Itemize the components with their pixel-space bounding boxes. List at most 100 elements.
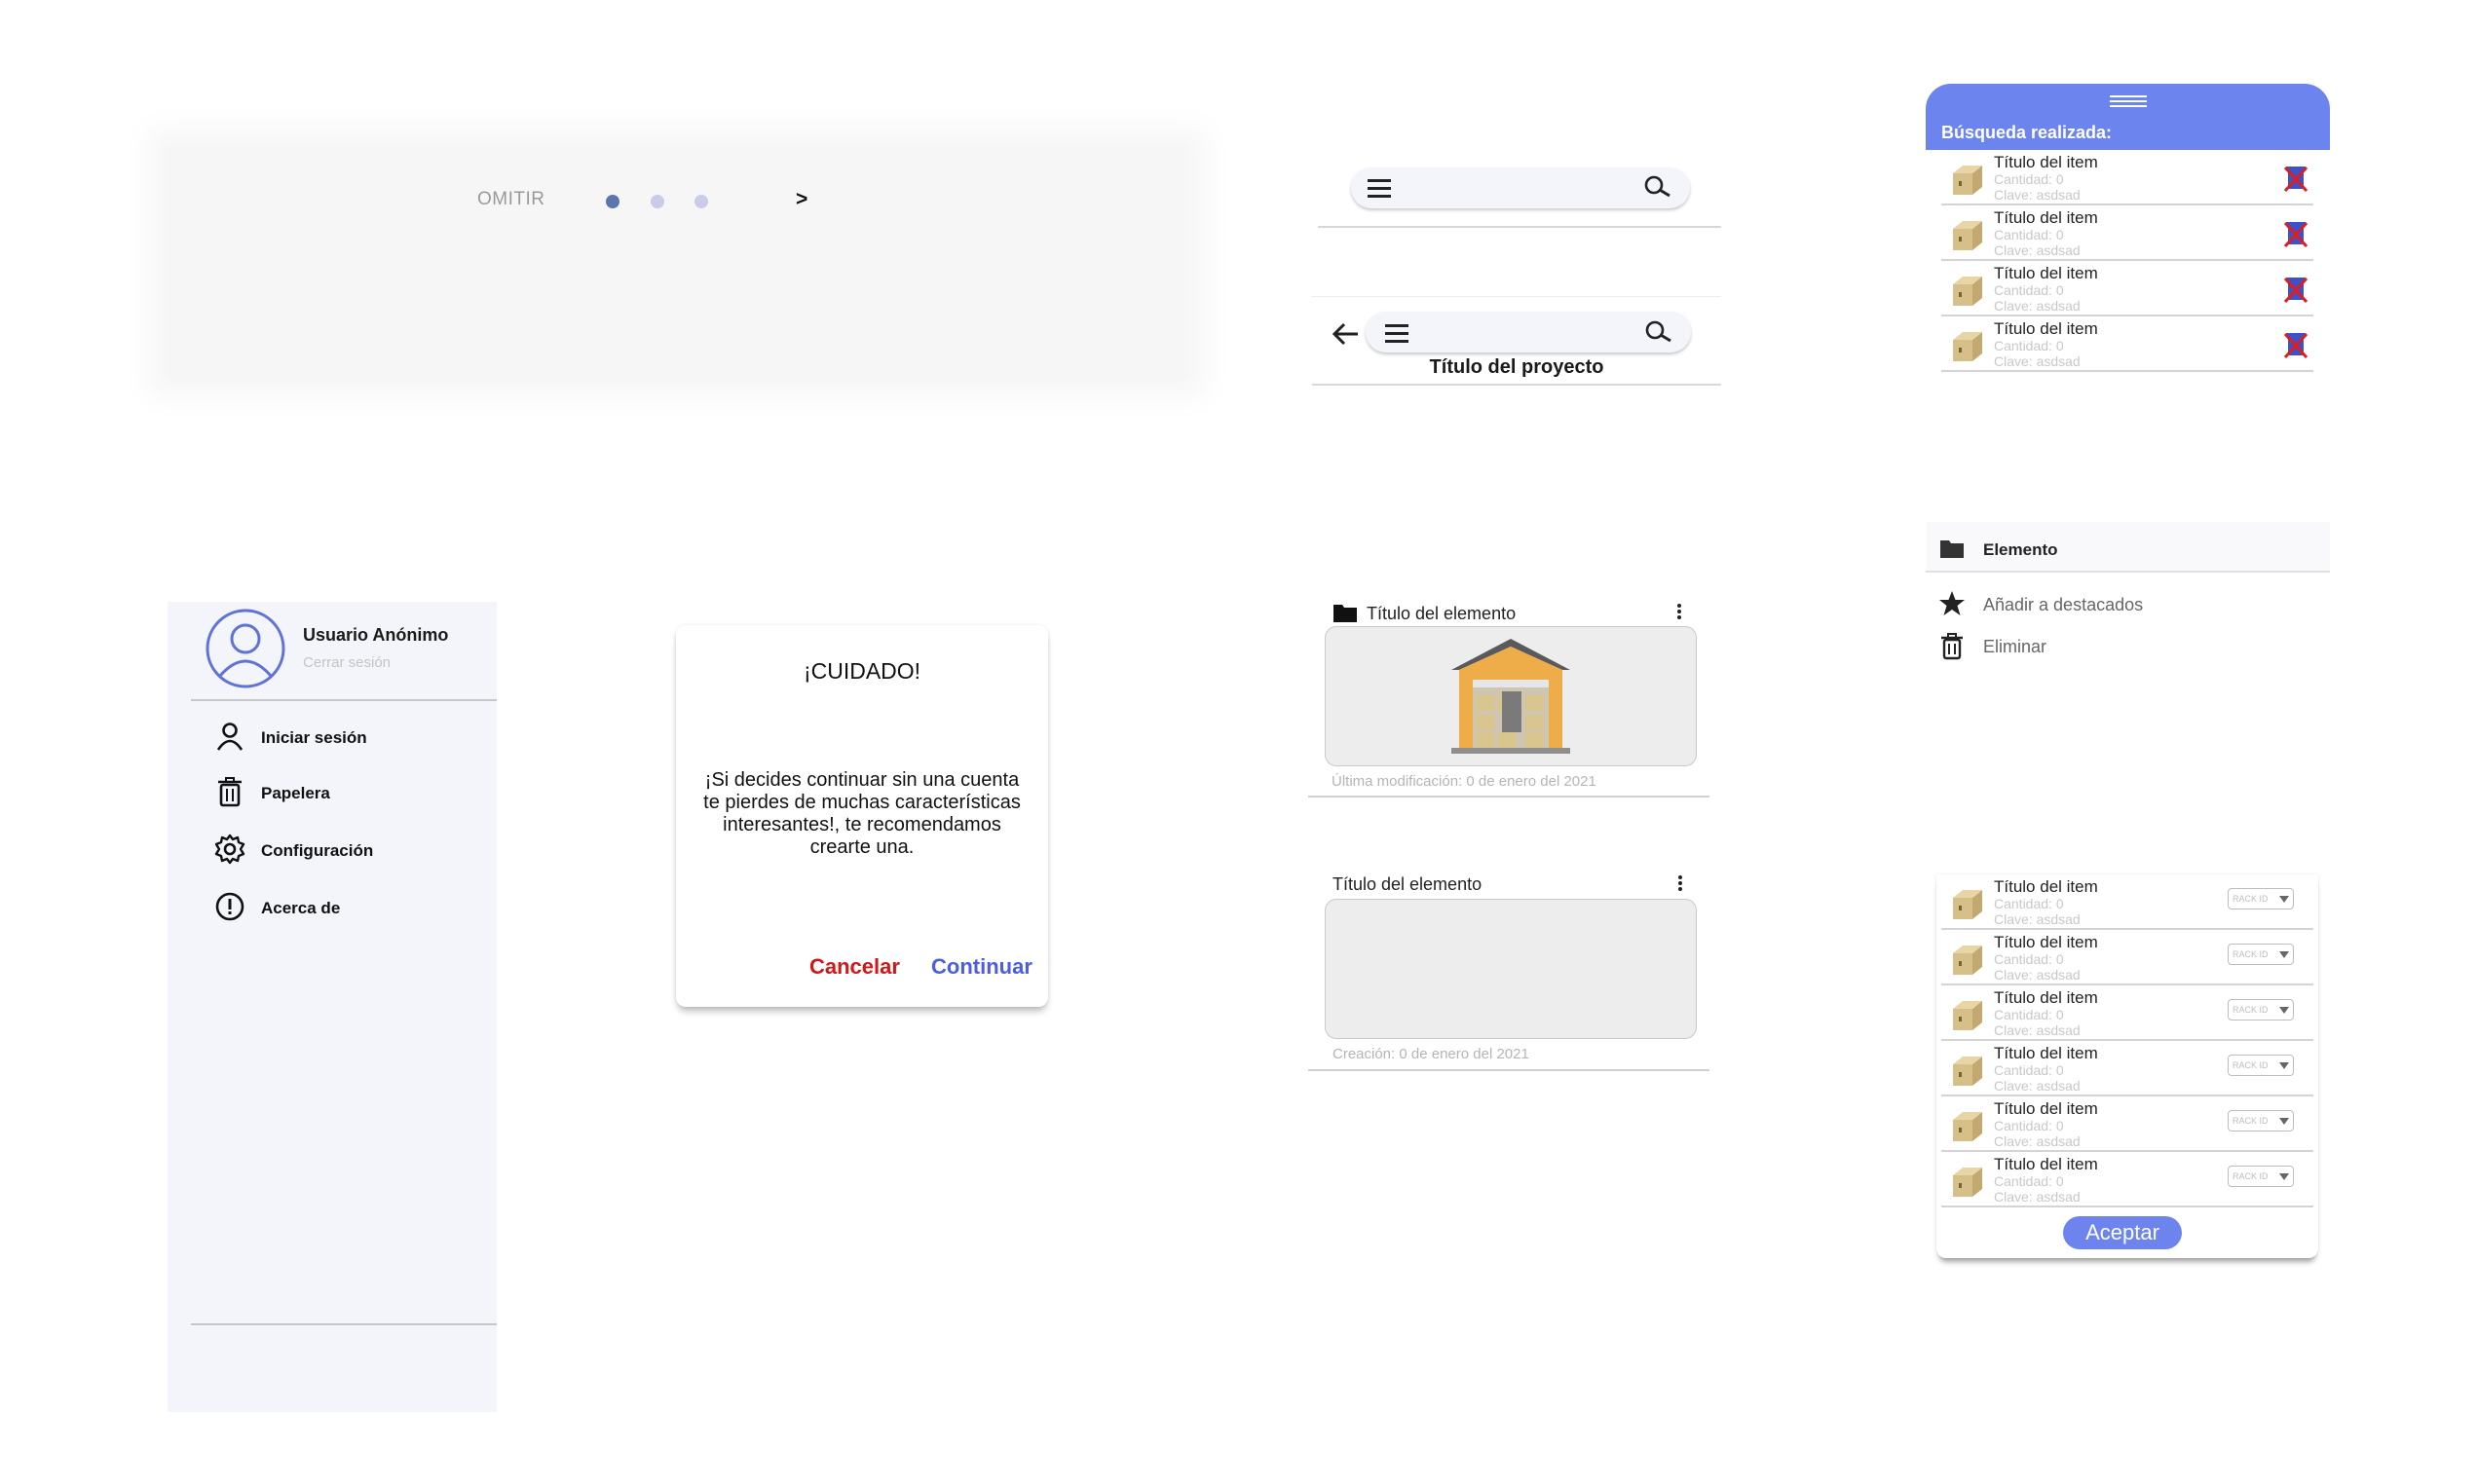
page-dot-active [606, 195, 619, 208]
continue-button[interactable]: Continuar [931, 954, 1032, 980]
item-quantity: Cantidad: 0 [1994, 1173, 2064, 1189]
list-item[interactable]: Título del item Cantidad: 0 Clave: asdsa… [1941, 1041, 2313, 1096]
list-item[interactable]: Título del item Cantidad: 0 Clave: asdsa… [1941, 1152, 2313, 1207]
item-quantity: Cantidad: 0 [1994, 227, 2064, 242]
item-key: Clave: asdsad [1994, 1022, 2081, 1038]
item-key: Clave: asdsad [1994, 911, 2081, 927]
search-input[interactable] [1366, 312, 1691, 352]
box-icon [1953, 166, 1982, 195]
page-dot [694, 195, 708, 208]
person-icon [216, 723, 244, 751]
rack-select[interactable]: RACK ID [2228, 1110, 2294, 1132]
list-item[interactable]: Título del item Cantidad: 0 Clave: asdsa… [1941, 316, 2313, 372]
remove-icon[interactable] [2282, 330, 2309, 359]
menu-icon[interactable] [1383, 320, 1410, 346]
item-quantity: Cantidad: 0 [1994, 1062, 2064, 1078]
search-icon[interactable] [1643, 318, 1674, 348]
trash-icon [218, 777, 242, 807]
list-item[interactable]: Título del item Cantidad: 0 Clave: asdsa… [1941, 150, 2313, 205]
item-quantity: Cantidad: 0 [1994, 338, 2064, 353]
box-icon [1953, 1057, 1982, 1086]
folder-icon [1333, 605, 1357, 622]
drawer-item-trash[interactable]: Papelera [261, 784, 330, 803]
rack-select[interactable]: RACK ID [2228, 888, 2294, 909]
card-title: Título del elemento [1367, 604, 1517, 623]
more-options-icon[interactable] [1677, 875, 1683, 893]
menu-item-delete[interactable]: Eliminar [1983, 637, 2046, 657]
accept-button[interactable]: Aceptar [2063, 1216, 2182, 1249]
item-key: Clave: asdsad [1994, 1133, 2081, 1149]
dialog-message: ¡Si decides continuar sin una cuenta te … [703, 769, 1021, 858]
list-item[interactable]: Título del item Cantidad: 0 Clave: asdsa… [1941, 874, 2313, 930]
rack-select[interactable]: RACK ID [2228, 1055, 2294, 1076]
item-key: Clave: asdsad [1994, 1189, 2081, 1205]
star-icon [1939, 591, 1965, 615]
trash-icon [1941, 633, 1963, 660]
box-icon [1953, 1001, 1982, 1030]
item-title: Título del item [1994, 153, 2098, 171]
remove-icon[interactable] [2282, 219, 2309, 248]
menu-item-favorite[interactable]: Añadir a destacados [1983, 595, 2143, 615]
search-icon[interactable] [1642, 173, 1673, 203]
back-arrow-icon[interactable] [1331, 319, 1362, 349]
item-title: Título del item [1994, 988, 2098, 1007]
remove-icon[interactable] [2282, 275, 2309, 304]
item-title: Título del item [1994, 1044, 2098, 1062]
box-icon [1953, 1168, 1982, 1197]
box-icon [1953, 332, 1982, 361]
rack-select[interactable]: RACK ID [2228, 944, 2294, 965]
item-title: Título del item [1994, 319, 2098, 338]
search-results-label: Búsqueda realizada: [1941, 123, 2113, 142]
list-item[interactable]: Título del item Cantidad: 0 Clave: asdsa… [1941, 205, 2313, 261]
item-key: Clave: asdsad [1994, 187, 2081, 203]
card-meta: Última modificación: 0 de enero del 2021 [1332, 773, 1596, 790]
logout-link[interactable]: Cerrar sesión [303, 654, 391, 671]
card-divider [1308, 796, 1709, 798]
next-button[interactable]: > [796, 188, 807, 211]
warehouse-icon [1451, 639, 1570, 754]
drag-handle-icon[interactable] [2108, 93, 2149, 109]
info-icon [215, 892, 244, 921]
remove-icon[interactable] [2282, 164, 2309, 193]
item-key: Clave: asdsad [1994, 967, 2081, 983]
item-quantity: Cantidad: 0 [1994, 896, 2064, 911]
cancel-button[interactable]: Cancelar [809, 954, 900, 980]
item-key: Clave: asdsad [1994, 353, 2081, 369]
rack-select[interactable]: RACK ID [2228, 1166, 2294, 1187]
page-dot [651, 195, 664, 208]
list-item[interactable]: Título del item Cantidad: 0 Clave: asdsa… [1941, 985, 2313, 1041]
item-title: Título del item [1994, 208, 2098, 227]
list-item[interactable]: Título del item Cantidad: 0 Clave: asdsa… [1941, 930, 2313, 985]
skip-button[interactable]: OMITIR [477, 189, 545, 210]
box-icon [1953, 221, 1982, 250]
card-divider [1308, 1069, 1709, 1071]
box-icon [1953, 890, 1982, 919]
more-options-icon[interactable] [1676, 604, 1682, 621]
item-title: Título del item [1994, 1155, 2098, 1173]
drawer-item-login[interactable]: Iniciar sesión [261, 728, 367, 748]
folder-icon [1940, 540, 1964, 558]
card-meta: Creación: 0 de enero del 2021 [1332, 1046, 1529, 1062]
item-title: Título del item [1994, 877, 2098, 896]
item-quantity: Cantidad: 0 [1994, 282, 2064, 298]
list-item[interactable]: Título del item Cantidad: 0 Clave: asdsa… [1941, 261, 2313, 316]
list-item[interactable]: Título del item Cantidad: 0 Clave: asdsa… [1941, 1096, 2313, 1152]
card-image[interactable] [1325, 899, 1697, 1039]
drawer-item-settings[interactable]: Configuración [261, 841, 373, 861]
dialog-title: ¡CUIDADO! [803, 658, 921, 684]
item-quantity: Cantidad: 0 [1994, 1007, 2064, 1022]
card-title: Título del elemento [1332, 874, 1482, 894]
avatar-icon[interactable] [205, 608, 286, 689]
box-icon [1953, 277, 1982, 306]
drawer-item-about[interactable]: Acerca de [261, 899, 340, 918]
box-icon [1953, 946, 1982, 975]
user-name: Usuario Anónimo [303, 625, 449, 645]
rack-select[interactable]: RACK ID [2228, 999, 2294, 1020]
item-quantity: Cantidad: 0 [1994, 171, 2064, 187]
search-input[interactable] [1351, 167, 1690, 208]
item-title: Título del item [1994, 264, 2098, 282]
onboarding-bar [166, 146, 1188, 380]
menu-icon[interactable] [1366, 175, 1393, 201]
context-menu-title: Elemento [1983, 540, 2058, 559]
item-title: Título del item [1994, 1099, 2098, 1118]
